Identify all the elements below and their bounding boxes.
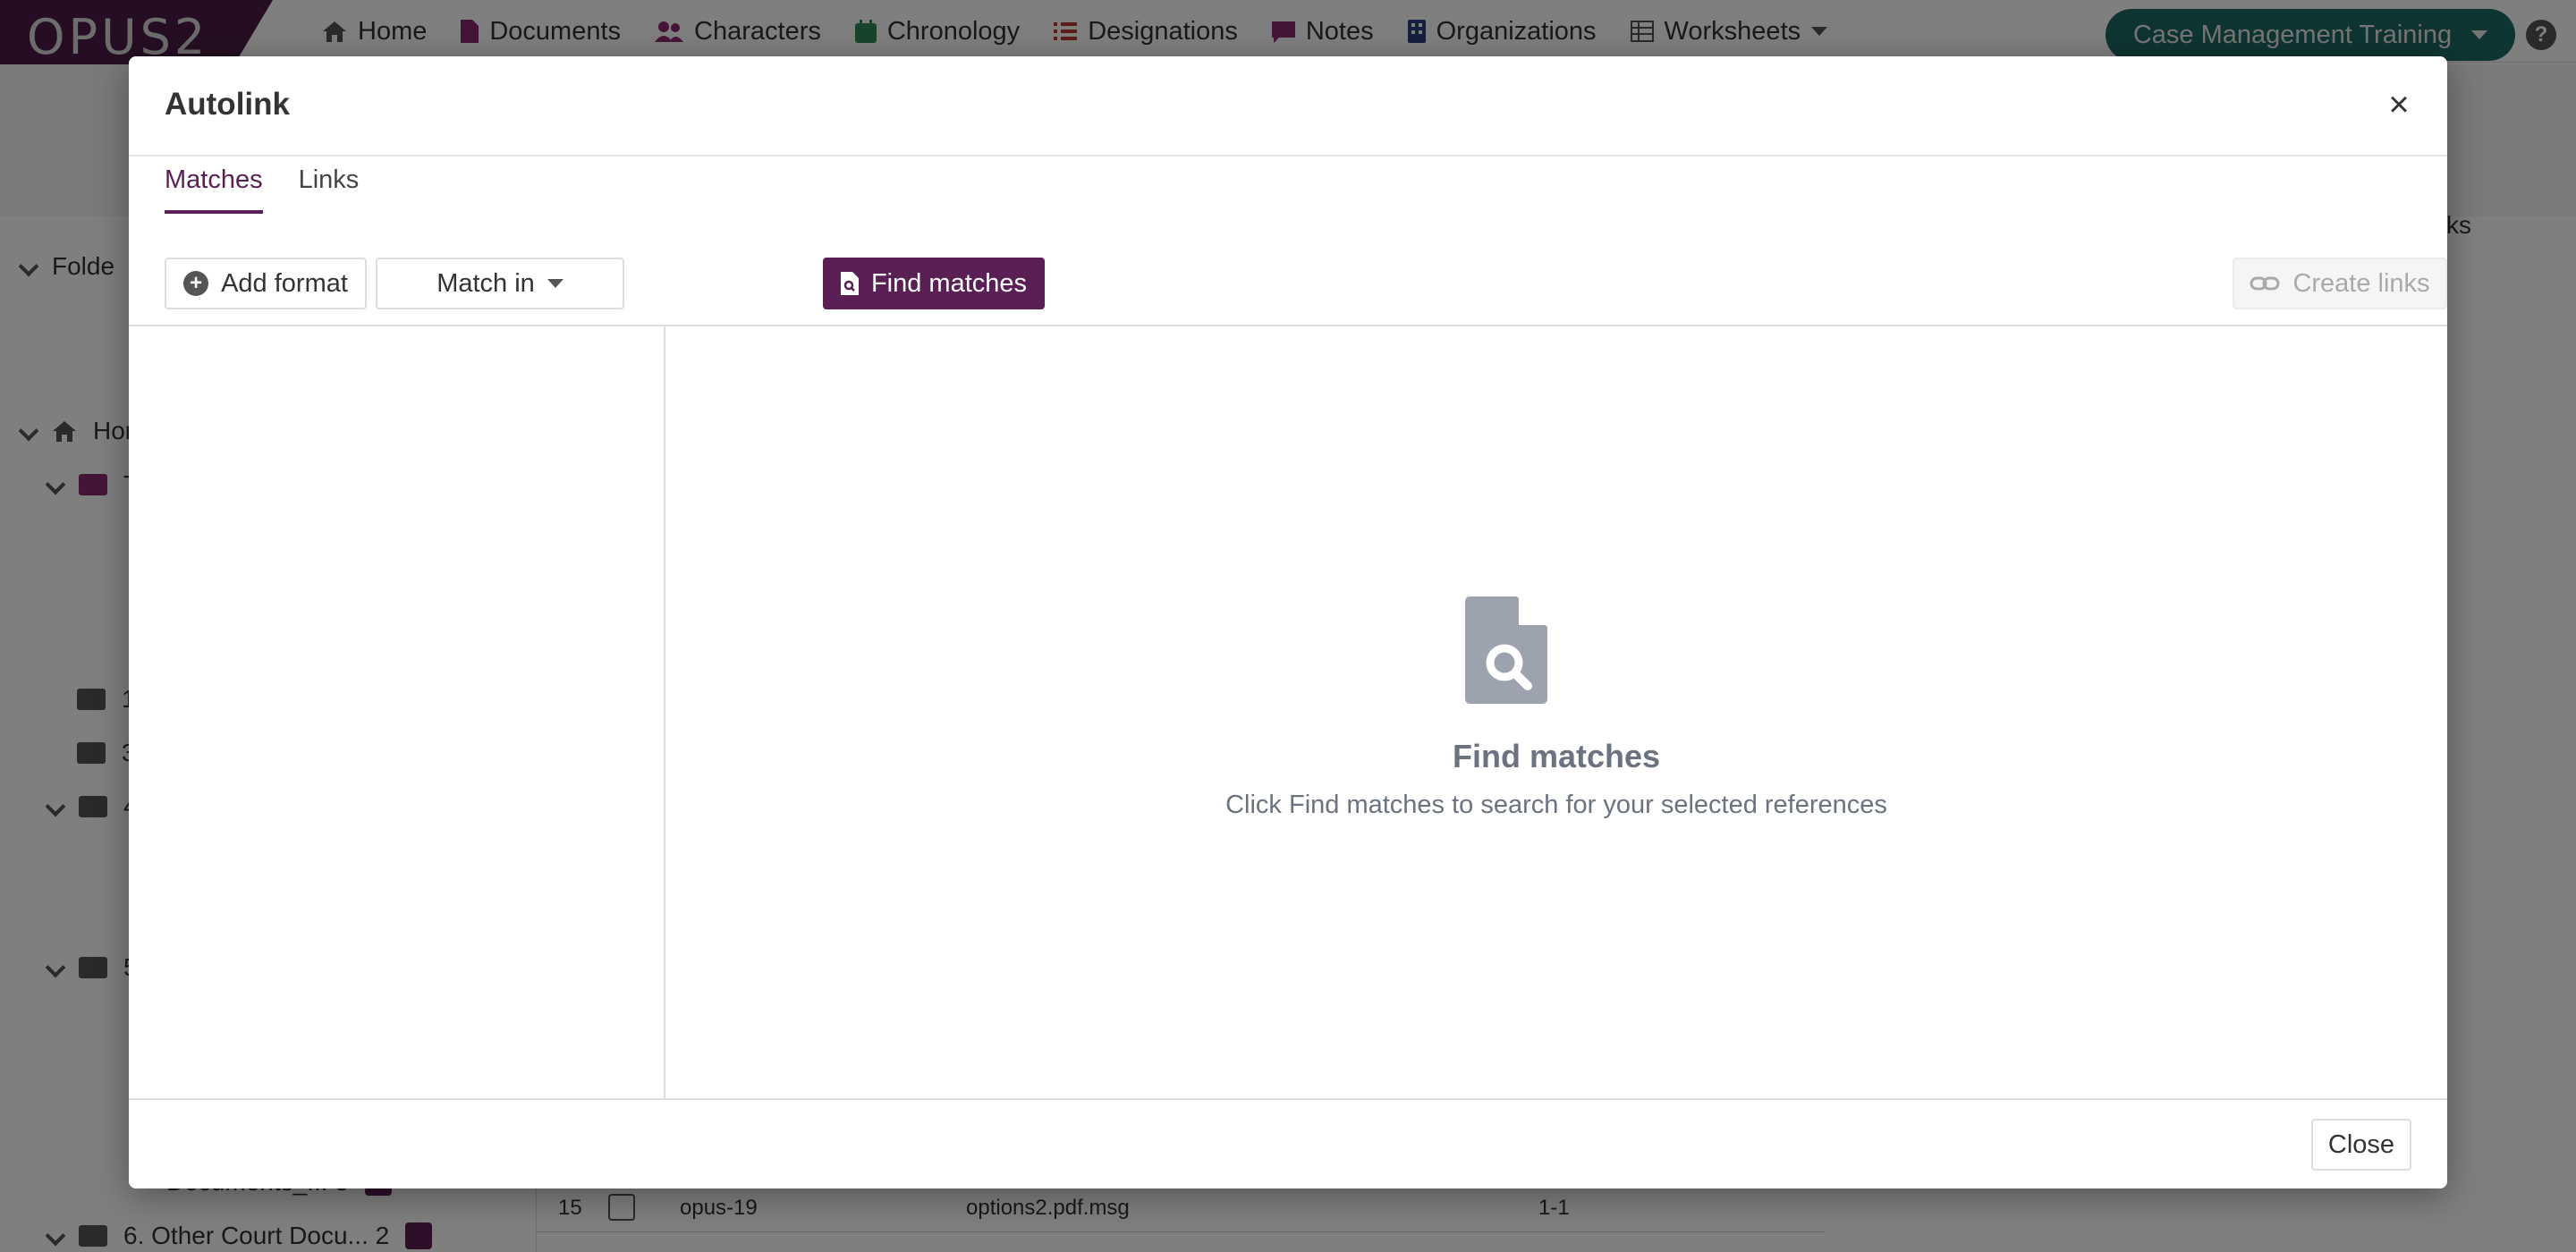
dialog-tabs: Matches Links [165, 165, 359, 214]
add-format-button[interactable]: + Add format [165, 258, 367, 309]
autolink-dialog: Autolink × Matches Links + Add format Ma… [129, 56, 2447, 1189]
dialog-header: Autolink × [129, 56, 2447, 156]
match-in-label: Match in [436, 268, 535, 298]
create-links-label: Create links [2292, 268, 2430, 298]
close-button[interactable]: Close [2311, 1119, 2411, 1171]
chevron-down-icon [547, 279, 564, 288]
tab-links[interactable]: Links [299, 165, 360, 214]
empty-state-subtitle: Click Find matches to search for your se… [1225, 791, 1887, 819]
close-icon[interactable]: × [2377, 83, 2420, 126]
add-format-label: Add format [221, 268, 348, 298]
find-matches-label: Find matches [870, 268, 1028, 298]
tab-matches[interactable]: Matches [165, 165, 263, 214]
empty-state-title: Find matches [1452, 738, 1661, 774]
divider [129, 1098, 2447, 1100]
dialog-title: Autolink [165, 87, 290, 122]
file-search-icon [1465, 596, 1547, 704]
matches-content: Find matches Click Find matches to searc… [129, 325, 2447, 1156]
link-icon [2250, 276, 2280, 291]
dialog-toolbar: + Add format Match in Find matches Creat… [165, 258, 2447, 311]
match-in-dropdown[interactable]: Match in [376, 258, 624, 309]
empty-state: Find matches Click Find matches to searc… [665, 326, 2447, 1098]
find-matches-button[interactable]: Find matches [823, 258, 1045, 309]
plus-circle-icon: + [183, 271, 209, 296]
create-links-button[interactable]: Create links [2233, 258, 2447, 309]
file-search-icon [840, 272, 859, 295]
formats-pane [129, 326, 665, 1098]
